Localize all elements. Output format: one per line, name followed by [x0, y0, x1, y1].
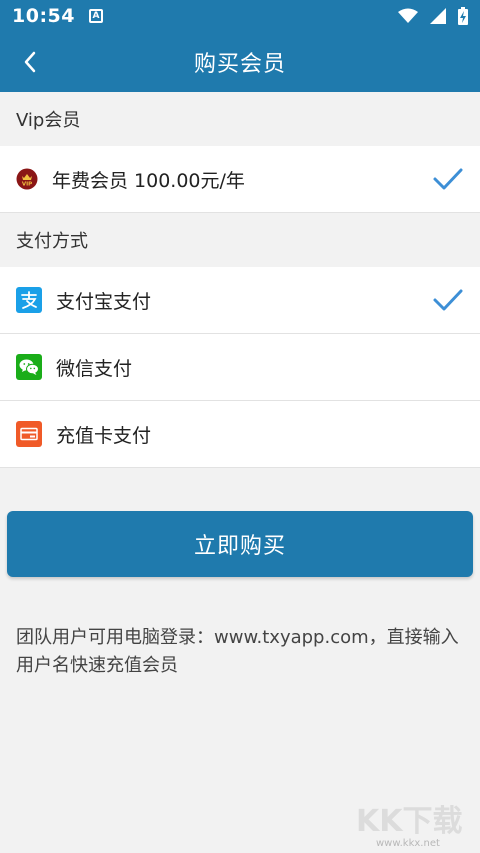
app-bar: 购买会员 — [0, 32, 480, 92]
payment-method-wechat[interactable]: 微信支付 — [0, 334, 480, 401]
vip-badge-icon: VIP — [16, 168, 38, 190]
status-time: 10:54 — [12, 5, 75, 27]
alipay-icon — [16, 287, 42, 313]
svg-text:VIP: VIP — [22, 182, 32, 188]
check-icon — [433, 289, 463, 311]
payment-method-alipay[interactable]: 支付宝支付 — [0, 267, 480, 334]
chevron-left-icon — [24, 51, 36, 73]
battery-icon — [458, 7, 468, 25]
team-login-note: 团队用户可用电脑登录：www.txyapp.com，直接输入用户名快速充值会员 — [16, 627, 459, 676]
vip-option-label: 年费会员 100.00元/年 — [52, 169, 245, 192]
check-icon — [433, 168, 463, 190]
back-button[interactable] — [8, 40, 52, 84]
payment-method-card[interactable]: 充值卡支付 — [0, 401, 480, 468]
payment-method-label: 支付宝支付 — [56, 290, 152, 313]
buy-now-button[interactable]: 立即购买 — [7, 511, 473, 577]
payment-section-header: 支付方式 — [16, 231, 88, 252]
notification-icon: A — [88, 9, 103, 23]
status-bar: 10:54 A — [0, 0, 480, 32]
payment-method-label: 微信支付 — [56, 357, 133, 380]
watermark-url: www.kkx.net — [376, 838, 440, 849]
kkx-watermark-logo: KK下载 www.kkx.net — [356, 804, 463, 849]
wechat-icon — [16, 354, 42, 380]
card-icon — [16, 421, 42, 447]
payment-method-label: 充值卡支付 — [56, 424, 152, 447]
page-title: 购买会员 — [193, 52, 286, 77]
vip-option-annual[interactable]: VIP 年费会员 100.00元/年 — [0, 146, 480, 213]
wifi-icon — [398, 8, 418, 23]
watermark-brand: KK下载 — [356, 804, 463, 839]
vip-section-header: Vip会员 — [16, 110, 81, 131]
signal-icon — [430, 8, 446, 24]
status-icons — [398, 7, 468, 25]
